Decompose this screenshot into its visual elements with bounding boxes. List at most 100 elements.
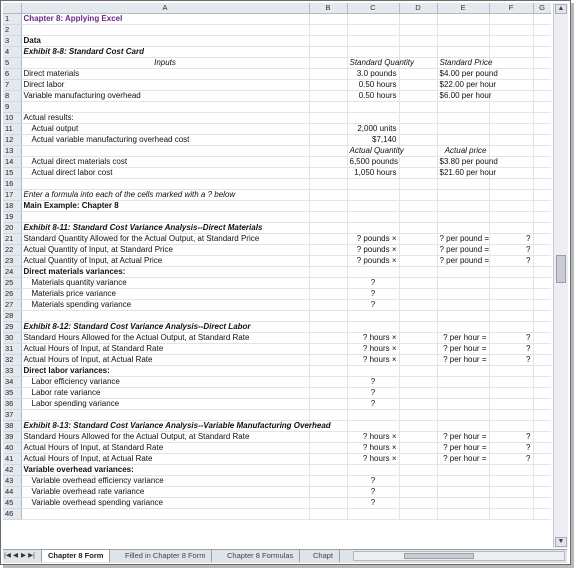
row-header[interactable]: 45 <box>3 497 22 509</box>
cell-g[interactable] <box>533 442 551 454</box>
row-header[interactable]: 36 <box>3 398 22 410</box>
cell-e[interactable] <box>437 13 490 25</box>
last-sheet-icon[interactable]: ▶| <box>28 551 35 561</box>
cell-b[interactable] <box>309 211 348 223</box>
cell-e[interactable] <box>437 376 490 388</box>
cell-g[interactable] <box>533 101 551 113</box>
cell-e[interactable] <box>437 475 490 487</box>
sheet-tab-chapt[interactable]: Chapt <box>307 550 341 562</box>
row-header[interactable]: 22 <box>3 244 22 256</box>
cell-d[interactable] <box>399 24 438 36</box>
cell-d[interactable] <box>399 409 438 421</box>
cell-b[interactable] <box>309 332 348 344</box>
cell-c[interactable]: ? hours × <box>347 332 400 344</box>
row-header[interactable]: 5 <box>3 57 22 69</box>
cell-g[interactable] <box>533 145 551 157</box>
cell-e[interactable]: ? per pound = <box>437 244 490 256</box>
cell-a[interactable] <box>21 101 310 113</box>
cell-c[interactable]: Standard Quantity <box>347 57 414 69</box>
cell-b[interactable] <box>309 387 348 399</box>
cell-b[interactable] <box>309 200 348 212</box>
cell-f[interactable] <box>489 299 534 311</box>
row-header[interactable]: 1 <box>3 13 22 25</box>
cell-d[interactable] <box>399 497 438 509</box>
cell-f[interactable]: ? <box>489 332 534 344</box>
row-header[interactable]: 44 <box>3 486 22 498</box>
cell-f[interactable] <box>489 310 534 322</box>
cell-c[interactable]: ? <box>347 486 400 498</box>
cell-f[interactable] <box>489 200 534 212</box>
cell-e[interactable]: ? per pound = <box>437 233 490 245</box>
cell-e[interactable] <box>437 189 490 201</box>
cell-e[interactable] <box>437 35 490 47</box>
cell-d[interactable] <box>399 189 438 201</box>
cell-f[interactable] <box>489 13 534 25</box>
cell-e[interactable] <box>437 200 490 212</box>
row-header[interactable]: 19 <box>3 211 22 223</box>
cell-e[interactable]: $21.60 per hour <box>437 167 496 179</box>
cell-g[interactable] <box>533 299 551 311</box>
cell-b[interactable] <box>309 90 348 102</box>
cell-f[interactable]: ? <box>489 442 534 454</box>
cell-e[interactable] <box>437 266 490 278</box>
cell-d[interactable] <box>399 255 438 267</box>
cell-e[interactable] <box>437 112 490 124</box>
cell-c[interactable]: ? hours × <box>347 453 400 465</box>
row-header[interactable]: 27 <box>3 299 22 311</box>
cell-b[interactable] <box>309 13 348 25</box>
cell-f[interactable] <box>489 398 534 410</box>
cell-a[interactable]: Data <box>21 35 310 47</box>
cell-a[interactable]: Direct labor <box>21 79 310 91</box>
cell-d[interactable] <box>399 178 438 190</box>
cell-d[interactable] <box>399 13 438 25</box>
cell-g[interactable] <box>533 24 551 36</box>
cell-g[interactable] <box>533 211 551 223</box>
row-header[interactable]: 28 <box>3 310 22 322</box>
sheet-tab-filled-in-chapter-8-form[interactable]: Filled in Chapter 8 Form <box>119 550 213 562</box>
cell-g[interactable] <box>533 255 551 267</box>
cell-f[interactable] <box>489 35 534 47</box>
cell-g[interactable] <box>533 68 551 80</box>
cell-e[interactable] <box>437 321 490 333</box>
cell-f[interactable]: ? <box>489 255 534 267</box>
cell-e[interactable] <box>437 398 490 410</box>
cell-c[interactable] <box>347 420 400 432</box>
row-header[interactable]: 16 <box>3 178 22 190</box>
row-header[interactable]: 33 <box>3 365 22 377</box>
cell-g[interactable] <box>533 156 551 168</box>
row-header[interactable]: 26 <box>3 288 22 300</box>
cell-c[interactable]: $7,140 <box>347 134 400 146</box>
cell-d[interactable] <box>399 387 438 399</box>
cell-c[interactable] <box>347 222 400 234</box>
cell-e[interactable]: ? per hour = <box>437 354 490 366</box>
cell-a[interactable]: Variable overhead rate variance <box>21 486 310 498</box>
cell-a[interactable]: Materials price variance <box>21 288 310 300</box>
cell-g[interactable] <box>533 266 551 278</box>
row-header[interactable]: 32 <box>3 354 22 366</box>
cell-d[interactable] <box>399 200 438 212</box>
cell-a[interactable]: Main Example: Chapter 8 <box>21 200 310 212</box>
cell-a[interactable]: Actual Quantity of Input, at Actual Pric… <box>21 255 310 267</box>
cell-a[interactable]: Variable overhead efficiency variance <box>21 475 310 487</box>
cell-d[interactable] <box>399 222 438 234</box>
cell-c[interactable]: ? <box>347 475 400 487</box>
column-header-f[interactable]: F <box>489 3 534 14</box>
cell-d[interactable] <box>399 420 438 432</box>
column-header-c[interactable]: C <box>347 3 400 14</box>
cell-c[interactable] <box>347 101 400 113</box>
row-header[interactable]: 41 <box>3 453 22 465</box>
cell-c[interactable] <box>347 321 400 333</box>
cell-e[interactable] <box>437 497 490 509</box>
cell-g[interactable] <box>533 233 551 245</box>
row-header[interactable]: 2 <box>3 24 22 36</box>
cell-c[interactable]: 1,050 hours <box>347 167 400 179</box>
cell-b[interactable] <box>309 134 348 146</box>
vertical-scroll-thumb[interactable] <box>556 255 566 283</box>
cell-a[interactable] <box>21 24 310 36</box>
cell-g[interactable] <box>533 46 551 58</box>
cell-c[interactable] <box>347 211 400 223</box>
cell-c[interactable]: ? <box>347 387 400 399</box>
cell-g[interactable] <box>533 57 551 69</box>
column-header-a[interactable]: A <box>21 3 310 14</box>
cell-f[interactable] <box>489 409 534 421</box>
